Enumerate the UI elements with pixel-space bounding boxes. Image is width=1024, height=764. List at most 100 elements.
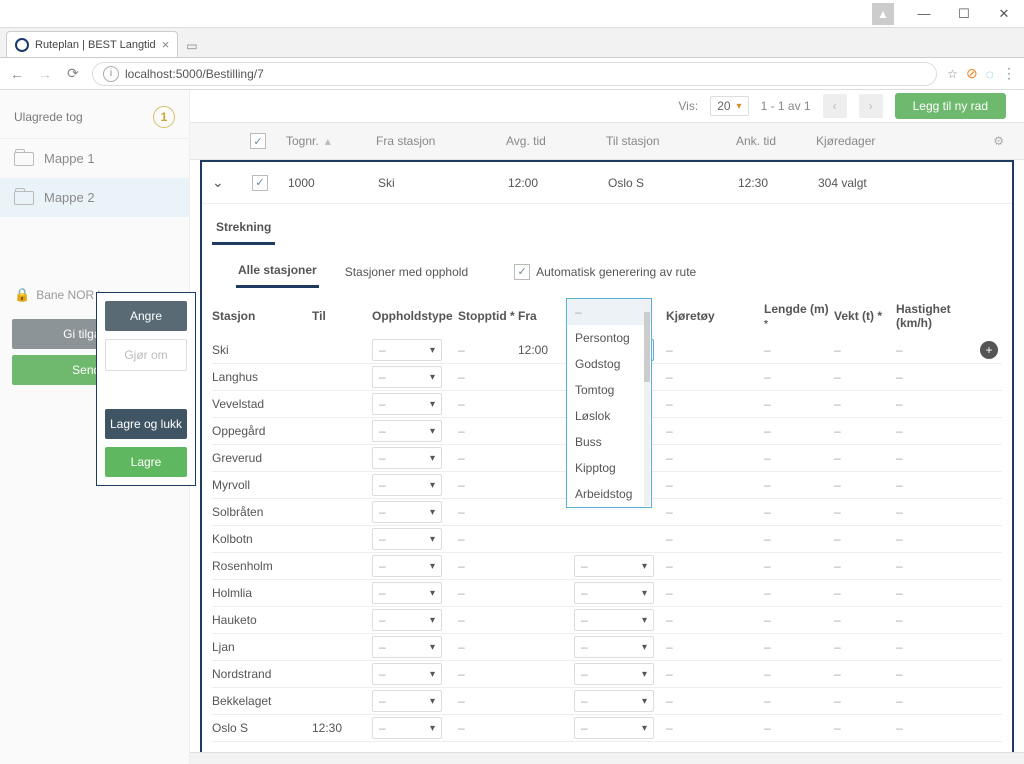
url-input[interactable]: i localhost:5000/Bestilling/7 (92, 62, 937, 86)
oppholdstype-select[interactable]: –▾ (372, 528, 442, 550)
hastighet-cell: – (896, 694, 958, 708)
oppholdstype-select[interactable]: –▾ (372, 474, 442, 496)
minimize-button[interactable]: — (904, 0, 944, 28)
sort-asc-icon[interactable]: ▴ (325, 134, 331, 148)
nav-reload-icon[interactable]: ⟳ (64, 65, 82, 82)
togslag-select[interactable]: –▾ (574, 555, 654, 577)
tab-strekning[interactable]: Strekning (212, 212, 275, 245)
unsaved-label: Ulagrede tog (14, 110, 83, 124)
nav-back-icon[interactable]: ← (8, 66, 26, 82)
user-icon[interactable]: ▲ (872, 3, 894, 25)
header-avg-tid[interactable]: Avg. tid (506, 134, 606, 148)
oppholdstype-select[interactable]: –▾ (372, 393, 442, 415)
extension-blue-icon[interactable]: ◌ (986, 66, 994, 82)
oppholdstype-select[interactable]: –▾ (372, 717, 442, 739)
page-size-select[interactable]: 20 ▾ (710, 96, 748, 116)
vekt-cell: – (834, 532, 896, 546)
subtab-alle-stasjoner[interactable]: Alle stasjoner (236, 255, 319, 288)
oppholdstype-select[interactable]: –▾ (372, 636, 442, 658)
add-row-button[interactable]: Legg til ny rad (895, 93, 1006, 119)
expand-row-toggle[interactable]: ⌄ (212, 174, 224, 190)
dropdown-scrollbar[interactable] (644, 300, 650, 506)
hastighet-cell: – (896, 343, 958, 357)
dropdown-option[interactable]: Arbeidstog (567, 481, 651, 507)
dropdown-option[interactable]: Løslok (567, 403, 651, 429)
vekt-cell: – (834, 559, 896, 573)
auto-gen-checkbox-row[interactable]: ✓ Automatisk generering av rute (514, 264, 696, 280)
browser-menu-icon[interactable]: ⋮ (1002, 65, 1016, 82)
save-close-button[interactable]: Lagre og lukk (105, 409, 187, 439)
oppholdstype-select[interactable]: –▾ (372, 609, 442, 631)
cell-ank: 12:30 (738, 176, 818, 190)
maximize-button[interactable]: ☐ (944, 0, 984, 28)
oppholdstype-select[interactable]: –▾ (372, 663, 442, 685)
station-row: Oslo S12:30–▾––▾–––– (212, 715, 1002, 742)
dropdown-option[interactable]: Tomtog (567, 377, 651, 403)
oppholdstype-select[interactable]: –▾ (372, 366, 442, 388)
undo-button[interactable]: Angre (105, 301, 187, 331)
togslag-select[interactable]: –▾ (574, 717, 654, 739)
save-button[interactable]: Lagre (105, 447, 187, 477)
pager-prev-button[interactable]: ‹ (823, 94, 847, 118)
extension-orange-icon[interactable]: ⊘ (966, 65, 978, 82)
hastighet-cell: – (896, 667, 958, 681)
oppholdstype-select[interactable]: –▾ (372, 582, 442, 604)
gear-icon[interactable]: ⚙ (993, 134, 1004, 148)
togslag-select[interactable]: –▾ (574, 582, 654, 604)
col-stopptid: Stopptid * (458, 309, 518, 323)
header-ank-tid[interactable]: Ank. tid (736, 134, 816, 148)
header-til-stasjon[interactable]: Til stasjon (606, 134, 736, 148)
tab-close-icon[interactable]: × (162, 37, 170, 52)
kjoretoy-cell: – (666, 721, 764, 735)
col-oppholdstype: Oppholdstype (372, 309, 458, 323)
togslag-select[interactable]: –▾ (574, 636, 654, 658)
new-tab-button[interactable]: ▭ (178, 35, 205, 57)
folder-label: Mappe 2 (44, 190, 95, 205)
dropdown-option[interactable]: Godstog (567, 351, 651, 377)
browser-tab[interactable]: Ruteplan | BEST Langtid × (6, 31, 178, 57)
oppholdstype-select[interactable]: –▾ (372, 501, 442, 523)
togslag-select[interactable]: –▾ (574, 663, 654, 685)
add-station-button[interactable]: + (980, 341, 998, 359)
dropdown-option[interactable]: Buss (567, 429, 651, 455)
header-tognr[interactable]: Tognr. (286, 134, 319, 148)
lengde-cell: – (764, 478, 834, 492)
hastighet-cell: – (896, 451, 958, 465)
hastighet-cell: – (896, 640, 958, 654)
header-fra-stasjon[interactable]: Fra stasjon (376, 134, 506, 148)
lengde-cell: – (764, 694, 834, 708)
pager-next-button[interactable]: › (859, 94, 883, 118)
togslag-dropdown-menu[interactable]: –PersontogGodstogTomtogLøslokBussKipptog… (566, 298, 652, 508)
oppholdstype-select[interactable]: –▾ (372, 339, 442, 361)
stopptid-cell: – (458, 721, 518, 735)
dropdown-option[interactable]: Kipptog (567, 455, 651, 481)
sidebar-folder-1[interactable]: Mappe 1 (0, 139, 189, 178)
select-all-checkbox[interactable]: ✓ (250, 133, 266, 149)
oppholdstype-select[interactable]: –▾ (372, 447, 442, 469)
station-name: Rosenholm (212, 559, 312, 573)
oppholdstype-select[interactable]: –▾ (372, 690, 442, 712)
stopptid-cell: – (458, 343, 518, 357)
station-name: Myrvoll (212, 478, 312, 492)
oppholdstype-select[interactable]: –▾ (372, 555, 442, 577)
subtab-med-opphold[interactable]: Stasjoner med opphold (343, 257, 470, 287)
auto-gen-checkbox[interactable]: ✓ (514, 264, 530, 280)
stopptid-cell: – (458, 532, 518, 546)
subtab-row: Alle stasjoner Stasjoner med opphold ✓ A… (202, 245, 1012, 288)
dropdown-option[interactable]: – (567, 299, 651, 325)
station-name: Vevelstad (212, 397, 312, 411)
station-name: Oslo S (212, 721, 312, 735)
site-info-icon[interactable]: i (103, 66, 119, 82)
close-window-button[interactable]: ✕ (984, 0, 1024, 28)
scrollbar-thumb[interactable] (644, 312, 650, 382)
unsaved-trains-row[interactable]: Ulagrede tog 1 (0, 96, 189, 139)
sidebar-folder-2[interactable]: Mappe 2 (0, 178, 189, 217)
dropdown-option[interactable]: Persontog (567, 325, 651, 351)
header-kjoredager[interactable]: Kjøredager (816, 134, 896, 148)
oppholdstype-select[interactable]: –▾ (372, 420, 442, 442)
row-checkbox[interactable]: ✓ (252, 175, 268, 191)
horizontal-scrollbar[interactable] (190, 752, 1024, 764)
bookmark-star-icon[interactable]: ☆ (947, 67, 958, 81)
togslag-select[interactable]: –▾ (574, 609, 654, 631)
togslag-select[interactable]: –▾ (574, 690, 654, 712)
